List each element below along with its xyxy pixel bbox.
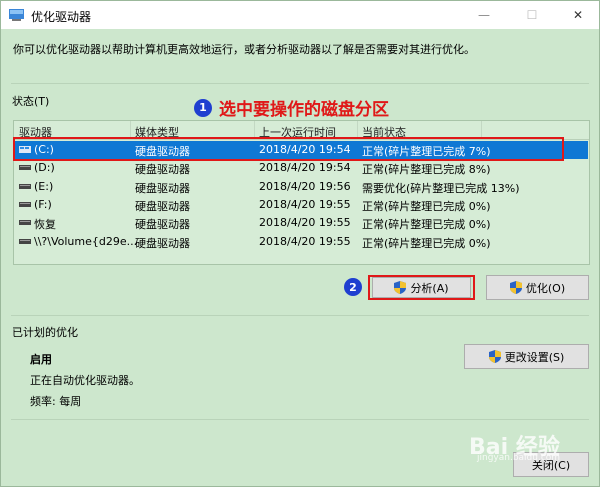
change-settings-label: 更改设置(S) [504, 350, 565, 364]
current-status: 正常(碎片整理已完成 0%) [362, 218, 491, 231]
drive-icon [19, 202, 31, 207]
drive-name: (F:) [34, 198, 52, 211]
last-run-time: 2018/4/20 19:56 [259, 180, 351, 193]
media-type: 硬盘驱动器 [135, 182, 190, 195]
schedule-description: 正在自动优化驱动器。 [30, 374, 140, 387]
status-label: 状态(T) [12, 95, 50, 108]
window-title: 优化驱动器 [31, 10, 92, 24]
drive-name: (D:) [34, 161, 55, 174]
maximize-icon: ☐ [526, 8, 538, 22]
analyze-button[interactable]: 分析(A) [372, 277, 471, 298]
annotation-number-badge: 1 [194, 98, 212, 117]
media-type: 硬盘驱动器 [135, 163, 190, 176]
uac-shield-icon [394, 281, 407, 294]
last-run-time: 2018/4/20 19:55 [259, 198, 351, 211]
current-status: 正常(碎片整理已完成 8%) [362, 163, 491, 176]
scheduled-optimization-label: 已计划的优化 [12, 326, 78, 339]
drive-name: (E:) [34, 180, 54, 193]
baidu-watermark-url: jingyan.baidu.com [477, 453, 561, 463]
analyze-label: 分析(A) [410, 281, 449, 295]
drive-icon [19, 220, 31, 225]
optimize-button[interactable]: 优化(O) [486, 275, 589, 300]
selection-highlight-box [13, 137, 564, 161]
current-status: 正常(碎片整理已完成 0%) [362, 200, 491, 213]
optimize-drives-window: 优化驱动器 — ☐ ✕ 你可以优化驱动器以帮助计算机更高效地运行，或者分析驱动器… [0, 0, 600, 487]
schedule-state: 启用 [30, 353, 52, 366]
title-bar: 优化驱动器 — ☐ ✕ [1, 1, 599, 29]
current-status: 需要优化(碎片整理已完成 13%) [362, 182, 520, 195]
media-type: 硬盘驱动器 [135, 237, 190, 250]
table-row[interactable]: \\?\Volume{d29e... 硬盘驱动器 2018/4/20 19:55… [15, 233, 588, 251]
drive-icon [19, 165, 31, 170]
table-row[interactable]: (D:) 硬盘驱动器 2018/4/20 19:54 正常(碎片整理已完成 8%… [15, 159, 588, 177]
app-icon [9, 9, 24, 21]
media-type: 硬盘驱动器 [135, 200, 190, 213]
uac-shield-icon [488, 350, 501, 363]
divider [11, 315, 589, 316]
table-row[interactable]: (E:) 硬盘驱动器 2018/4/20 19:56 需要优化(碎片整理已完成 … [15, 178, 588, 196]
drive-icon [19, 239, 31, 244]
drive-name: 恢复 [34, 218, 56, 231]
drive-icon [19, 184, 31, 189]
schedule-frequency: 频率: 每周 [30, 395, 82, 408]
optimize-label: 优化(O) [525, 281, 566, 295]
maximize-button[interactable]: ☐ [509, 1, 555, 29]
last-run-time: 2018/4/20 19:55 [259, 235, 351, 248]
uac-shield-icon [509, 281, 522, 294]
minimize-icon: — [478, 8, 490, 22]
annotation-number-badge: 2 [344, 278, 362, 296]
media-type: 硬盘驱动器 [135, 218, 190, 231]
close-icon: ✕ [572, 8, 584, 22]
table-row[interactable]: 恢复 硬盘驱动器 2018/4/20 19:55 正常(碎片整理已完成 0%) [15, 214, 588, 232]
close-window-button[interactable]: ✕ [555, 1, 600, 29]
current-status: 正常(碎片整理已完成 0%) [362, 237, 491, 250]
divider [11, 83, 589, 84]
annotation-select-partition: 1 选中要操作的磁盘分区 [194, 95, 389, 120]
annotation-text: 选中要操作的磁盘分区 [219, 100, 389, 120]
table-row[interactable]: (F:) 硬盘驱动器 2018/4/20 19:55 正常(碎片整理已完成 0%… [15, 196, 588, 214]
intro-text: 你可以优化驱动器以帮助计算机更高效地运行，或者分析驱动器以了解是否需要对其进行优… [13, 43, 475, 56]
drive-name: \\?\Volume{d29e... [34, 235, 138, 248]
last-run-time: 2018/4/20 19:54 [259, 161, 351, 174]
last-run-time: 2018/4/20 19:55 [259, 216, 351, 229]
change-settings-button[interactable]: 更改设置(S) [464, 344, 589, 369]
minimize-button[interactable]: — [461, 1, 507, 29]
annotation-analyze: 2 [344, 278, 369, 296]
divider [11, 419, 589, 420]
